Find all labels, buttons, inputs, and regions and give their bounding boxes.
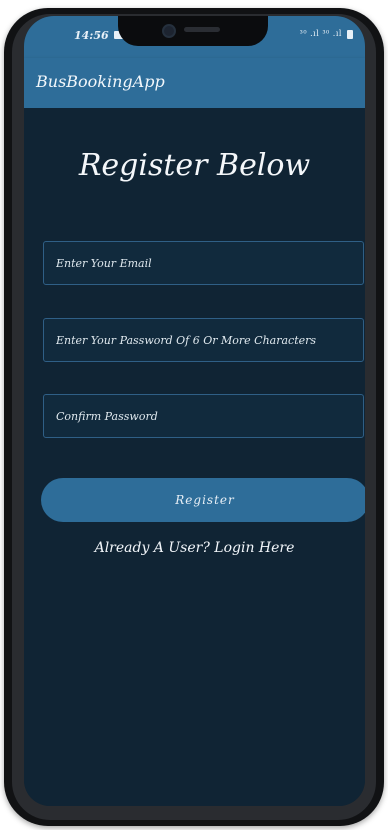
register-button[interactable]: Register xyxy=(41,478,365,522)
phone-screen: 14:56 ³⁰ .ıl ³⁰ .ıl BusBookingApp Regist… xyxy=(24,16,365,806)
speaker-grille xyxy=(184,27,220,32)
app-bar: BusBookingApp xyxy=(24,58,365,108)
status-indicators: ³⁰ .ıl ³⁰ .ıl xyxy=(300,29,353,39)
signal-indicators: ³⁰ .ıl ³⁰ .ıl xyxy=(299,29,342,38)
screenshot-stage: 14:56 ³⁰ .ıl ³⁰ .ıl BusBookingApp Regist… xyxy=(0,0,388,830)
status-time: 14:56 xyxy=(74,29,109,42)
confirm-password-field[interactable] xyxy=(43,394,364,438)
battery-icon xyxy=(347,29,353,39)
login-link[interactable]: Already A User? Login Here xyxy=(24,540,365,556)
status-bar: 14:56 ³⁰ .ıl ³⁰ .ıl xyxy=(24,16,365,58)
camera-icon xyxy=(162,24,176,38)
camera-notch xyxy=(118,16,268,46)
app-title: BusBookingApp xyxy=(36,72,165,91)
page-title: Register Below xyxy=(78,148,311,183)
email-field[interactable] xyxy=(43,241,364,285)
register-screen: Register Below Register Already A User? … xyxy=(24,108,365,806)
password-field[interactable] xyxy=(43,318,364,362)
